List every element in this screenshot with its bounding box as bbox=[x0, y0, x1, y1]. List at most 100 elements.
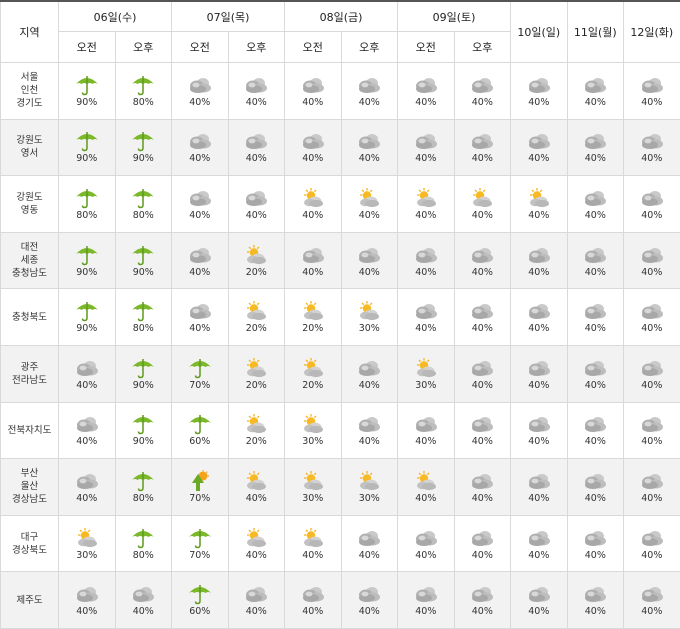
cloudy-icon bbox=[300, 130, 326, 152]
cloudy-icon bbox=[582, 187, 608, 209]
umbrella-rain-icon bbox=[74, 300, 100, 322]
rain-probability: 90% bbox=[133, 153, 154, 164]
region-name: 충청남도 bbox=[1, 267, 58, 280]
rain-probability: 40% bbox=[246, 550, 267, 561]
rain-probability: 40% bbox=[528, 323, 549, 334]
partly-cloudy-icon bbox=[243, 470, 269, 492]
rain-probability: 90% bbox=[76, 267, 97, 278]
cloudy-icon bbox=[413, 413, 439, 435]
cloudy-icon bbox=[639, 357, 665, 379]
forecast-cell: 40% bbox=[511, 289, 568, 346]
forecast-cell: 40% bbox=[59, 459, 116, 516]
forecast-cell: 40% bbox=[398, 459, 455, 516]
forecast-cell: 40% bbox=[341, 176, 398, 233]
cloudy-icon bbox=[300, 74, 326, 96]
forecast-cell: 30% bbox=[59, 515, 116, 572]
forecast-cell: 40% bbox=[567, 459, 624, 516]
cloudy-icon bbox=[74, 357, 100, 379]
forecast-cell: 40% bbox=[398, 572, 455, 629]
cloudy-icon bbox=[582, 74, 608, 96]
rain-probability: 40% bbox=[76, 380, 97, 391]
forecast-cell: 40% bbox=[511, 176, 568, 233]
region-name: 전북자치도 bbox=[1, 424, 58, 437]
forecast-cell: 30% bbox=[285, 459, 342, 516]
umbrella-rain-icon bbox=[130, 74, 156, 96]
cloudy-icon bbox=[469, 583, 495, 605]
rain-probability: 60% bbox=[189, 436, 210, 447]
day-header: 07일(목) bbox=[172, 1, 285, 32]
rain-probability: 70% bbox=[189, 550, 210, 561]
rain-probability: 40% bbox=[472, 210, 493, 221]
region-name: 충청북도 bbox=[1, 311, 58, 324]
rain-probability: 40% bbox=[359, 153, 380, 164]
forecast-cell: 40% bbox=[567, 515, 624, 572]
region-name: 인천 bbox=[1, 84, 58, 97]
cloudy-icon bbox=[413, 300, 439, 322]
forecast-cell: 40% bbox=[341, 515, 398, 572]
cloudy-icon bbox=[582, 357, 608, 379]
forecast-cell: 40% bbox=[454, 176, 511, 233]
forecast-cell: 20% bbox=[285, 289, 342, 346]
region-column-header: 지역 bbox=[1, 1, 59, 63]
forecast-cell: 40% bbox=[511, 572, 568, 629]
umbrella-rain-icon bbox=[130, 130, 156, 152]
cloudy-icon bbox=[582, 527, 608, 549]
table-row: 부산울산경상남도40%80%70%40%30%30%40%40%40%40%40… bbox=[1, 459, 680, 516]
forecast-cell: 40% bbox=[228, 459, 285, 516]
rain-probability: 40% bbox=[246, 153, 267, 164]
day-header: 10일(일) bbox=[511, 1, 568, 63]
forecast-cell: 40% bbox=[454, 289, 511, 346]
cloudy-icon bbox=[526, 244, 552, 266]
cloudy-icon bbox=[243, 130, 269, 152]
umbrella-rain-icon bbox=[130, 300, 156, 322]
forecast-cell: 70% bbox=[172, 459, 229, 516]
forecast-cell: 40% bbox=[511, 515, 568, 572]
cloudy-icon bbox=[356, 244, 382, 266]
forecast-cell: 40% bbox=[398, 289, 455, 346]
rain-probability: 40% bbox=[585, 323, 606, 334]
forecast-cell: 90% bbox=[59, 289, 116, 346]
table-row: 대전세종충청남도90%90%40%20%40%40%40%40%40%40%40… bbox=[1, 232, 680, 289]
partly-cloudy-icon bbox=[300, 187, 326, 209]
cloudy-icon bbox=[469, 357, 495, 379]
umbrella-rain-icon bbox=[187, 583, 213, 605]
cloudy-icon bbox=[243, 74, 269, 96]
rain-probability: 40% bbox=[415, 267, 436, 278]
cloudy-icon bbox=[413, 130, 439, 152]
forecast-cell: 40% bbox=[454, 572, 511, 629]
weekly-forecast-table: 지역 06일(수) 07일(목) 08일(금) 09일(토) 10일(일) 11… bbox=[0, 0, 680, 629]
forecast-cell: 90% bbox=[115, 119, 172, 176]
umbrella-rain-icon bbox=[74, 187, 100, 209]
pm-header: 오후 bbox=[341, 32, 398, 63]
rain-probability: 40% bbox=[359, 550, 380, 561]
region-name: 경기도 bbox=[1, 97, 58, 110]
cloudy-icon bbox=[639, 470, 665, 492]
rain-probability: 40% bbox=[302, 606, 323, 617]
forecast-cell: 40% bbox=[567, 402, 624, 459]
rain-probability: 40% bbox=[415, 153, 436, 164]
cloudy-icon bbox=[413, 74, 439, 96]
day-header: 11일(월) bbox=[567, 1, 624, 63]
am-header: 오전 bbox=[285, 32, 342, 63]
partly-cloudy-icon bbox=[413, 357, 439, 379]
forecast-cell: 40% bbox=[59, 572, 116, 629]
region-cell: 제주도 bbox=[1, 572, 59, 629]
rain-probability: 40% bbox=[641, 323, 662, 334]
rain-probability: 40% bbox=[585, 380, 606, 391]
forecast-cell: 90% bbox=[59, 63, 116, 120]
rain-probability: 40% bbox=[472, 323, 493, 334]
forecast-cell: 80% bbox=[115, 459, 172, 516]
rain-probability: 40% bbox=[641, 380, 662, 391]
rain-probability: 80% bbox=[133, 97, 154, 108]
rain-probability: 40% bbox=[585, 550, 606, 561]
rain-probability: 40% bbox=[302, 210, 323, 221]
rain-probability: 40% bbox=[302, 97, 323, 108]
forecast-cell: 40% bbox=[341, 572, 398, 629]
region-name: 대전 bbox=[1, 241, 58, 254]
region-name: 부산 bbox=[1, 467, 58, 480]
forecast-cell: 40% bbox=[228, 63, 285, 120]
cloudy-icon bbox=[469, 470, 495, 492]
forecast-cell: 40% bbox=[59, 402, 116, 459]
forecast-cell: 80% bbox=[59, 176, 116, 233]
region-name: 대구 bbox=[1, 531, 58, 544]
